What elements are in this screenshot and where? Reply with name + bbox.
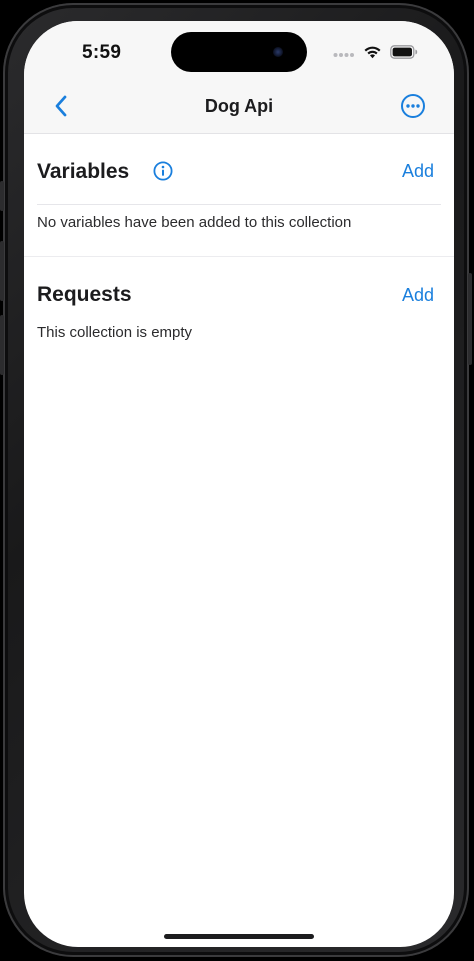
- volume-up-button: [0, 241, 4, 301]
- screen: 5:59 Dog Api Variables Add No variables …: [24, 21, 454, 947]
- status-icons: [333, 45, 418, 64]
- battery-icon: [390, 45, 418, 64]
- action-button: [0, 181, 4, 211]
- requests-title: Requests: [37, 283, 132, 306]
- variables-section: Variables Add No variables have been add…: [24, 134, 454, 257]
- page-title: Dog Api: [204, 96, 274, 116]
- add-variable-button[interactable]: Add: [402, 161, 434, 182]
- power-button: [468, 273, 472, 365]
- camera-icon: [273, 47, 283, 57]
- more-options-button[interactable]: [400, 93, 426, 119]
- cellular-dots-icon: [333, 46, 355, 64]
- volume-down-button: [0, 315, 4, 375]
- variables-title: Variables: [37, 160, 130, 183]
- wifi-icon: [363, 45, 382, 64]
- requests-section: Requests Add This collection is empty: [24, 257, 454, 341]
- ellipsis-circle-icon: [401, 94, 425, 118]
- collection-content: Variables Add No variables have been add…: [24, 134, 454, 341]
- status-bar: 5:59: [24, 21, 454, 79]
- phone-frame: 5:59 Dog Api Variables Add No variables …: [0, 3, 472, 957]
- variables-empty-message: No variables have been added to this col…: [37, 214, 352, 231]
- info-circle-icon[interactable]: [153, 161, 173, 181]
- requests-header: Requests Add: [24, 257, 454, 315]
- navigation-bar: Dog Api: [24, 79, 454, 134]
- add-request-button[interactable]: Add: [402, 285, 434, 306]
- home-indicator[interactable]: [164, 934, 314, 939]
- variables-header: Variables Add: [24, 134, 454, 204]
- status-time: 5:59: [82, 42, 122, 63]
- requests-empty-message: This collection is empty: [37, 324, 193, 341]
- dynamic-island: [171, 32, 307, 72]
